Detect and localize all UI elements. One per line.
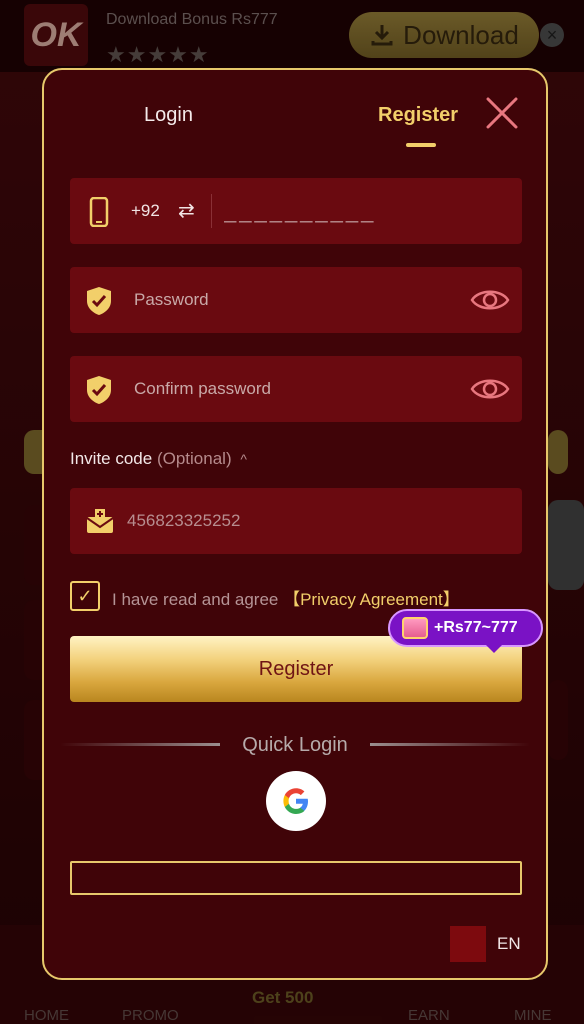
invite-code-input[interactable]: 456823325252	[127, 511, 240, 531]
bonus-badge-text: +Rs77~777	[434, 619, 518, 636]
chevron-up-icon[interactable]: ^	[240, 451, 247, 467]
google-icon	[283, 788, 308, 814]
eye-icon[interactable]	[470, 375, 510, 403]
confirm-password-field: Confirm password	[70, 356, 522, 422]
treasure-chest-icon	[402, 617, 428, 639]
invite-code-optional: (Optional)	[156, 449, 232, 468]
shield-icon	[87, 376, 111, 404]
phone-divider	[211, 194, 212, 228]
phone-input[interactable]	[224, 196, 504, 226]
eye-icon[interactable]	[470, 286, 510, 314]
tab-register[interactable]: Register	[378, 104, 458, 127]
empty-input-box[interactable]	[70, 861, 522, 895]
confirm-password-input[interactable]: Confirm password	[134, 379, 271, 399]
phone-icon	[89, 197, 109, 227]
bonus-badge: +Rs77~777	[388, 609, 543, 653]
agree-checkbox[interactable]: ✓	[70, 581, 100, 611]
invite-code-label[interactable]: Invite code (Optional) ^	[70, 449, 247, 469]
password-input[interactable]: Password	[134, 290, 209, 310]
invite-code-title: Invite code	[70, 449, 153, 468]
password-field: Password	[70, 267, 522, 333]
swap-icon[interactable]: ⇄	[178, 198, 195, 223]
agreement-label: I have read and agree	[112, 590, 279, 609]
active-tab-indicator	[406, 143, 436, 147]
gift-envelope-icon	[86, 509, 114, 533]
quick-login-label: Quick Login	[242, 734, 348, 756]
language-selector[interactable]: EN	[497, 934, 521, 954]
close-icon[interactable]	[485, 96, 519, 130]
tab-login[interactable]: Login	[144, 104, 193, 127]
country-code[interactable]: +92	[131, 201, 160, 221]
language-flag-icon[interactable]	[450, 926, 486, 962]
register-modal: Login Register +92 ⇄ Password Confi	[42, 68, 548, 980]
phone-field: +92 ⇄	[70, 178, 522, 244]
shield-icon	[87, 287, 111, 315]
google-login-button[interactable]	[266, 771, 326, 831]
invite-code-field: 456823325252	[70, 488, 522, 554]
privacy-agreement-link[interactable]: 【Privacy Agreement】	[283, 590, 460, 609]
agreement-text: I have read and agree 【Privacy Agreement…	[112, 585, 460, 610]
